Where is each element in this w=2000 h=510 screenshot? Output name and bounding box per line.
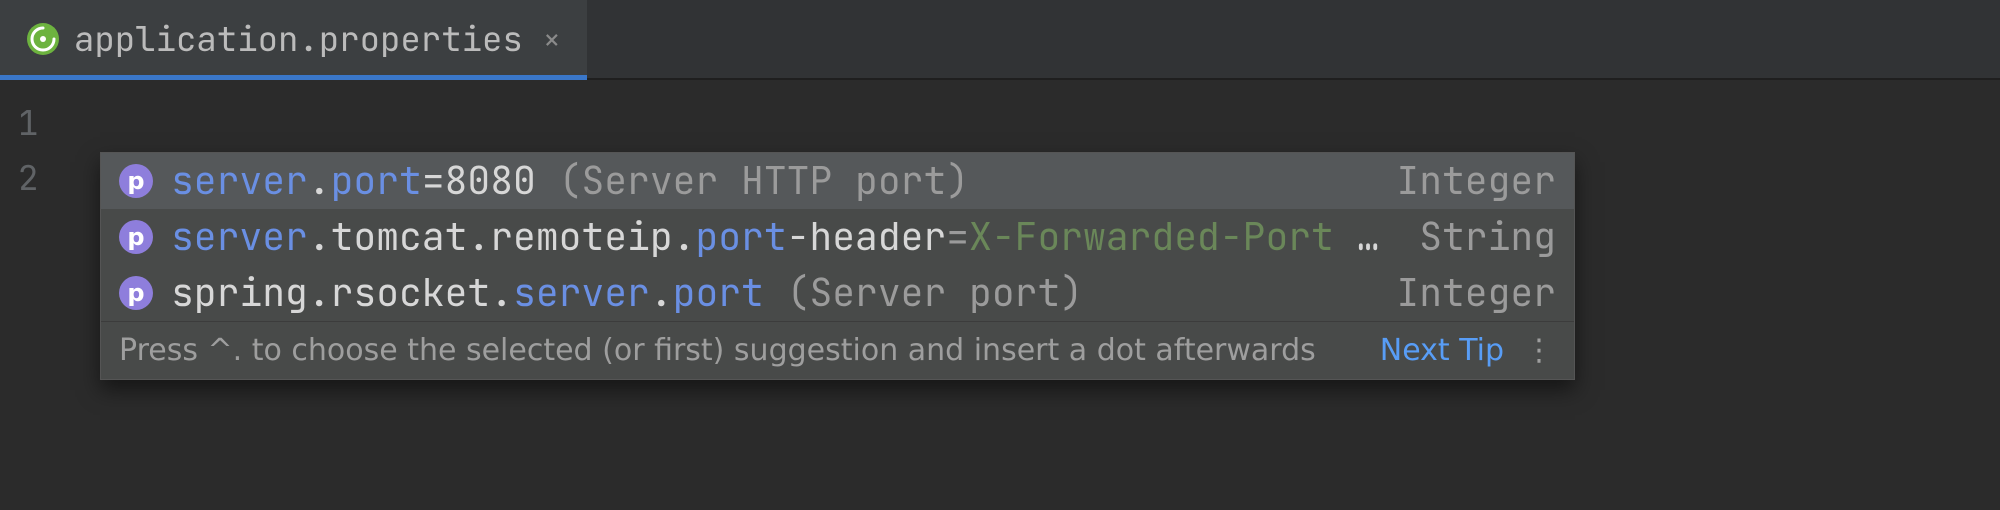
completion-item[interactable]: p server.port=8080 (Server HTTP port) Inte… [101,153,1574,209]
completion-item-type: String [1419,212,1556,262]
completion-item-label: server.tomcat.remoteip.port-header=X-For… [171,212,1401,262]
completion-tip-text: Press ^. to choose the selected (or firs… [119,333,1360,368]
file-tab-label: application.properties [74,17,523,62]
completion-item-type: Integer [1396,156,1556,206]
editor-tab-bar: application.properties × [0,0,2000,80]
completion-item[interactable]: p server.tomcat.remoteip.port-header=X-Fo… [101,209,1574,265]
completion-item[interactable]: p spring.rsocket.server.port (Server port… [101,265,1574,321]
more-options-icon[interactable]: ⋮ [1524,333,1556,368]
completion-item-type: Integer [1396,268,1556,318]
code-surface[interactable]: server.port pserver.port=8080 (Server HT… [130,80,2000,510]
code-line-1[interactable]: server.port [130,96,2000,151]
editor-area: 1 2 server.port pserver.port=8080 (Serve… [0,80,2000,510]
spring-boot-file-icon [26,22,60,56]
property-kind-badge: p [119,220,153,254]
completion-item-label: spring.rsocket.server.port (Server port) [171,268,1378,318]
file-tab-application-properties[interactable]: application.properties × [0,0,587,78]
property-kind-badge: p [119,276,153,310]
line-number: 1 [0,96,130,151]
completion-popup-footer: Press ^. to choose the selected (or firs… [101,321,1574,379]
next-tip-link[interactable]: Next Tip [1380,333,1504,368]
completion-item-label: server.port=8080 (Server HTTP port) [171,156,1378,206]
close-tab-icon[interactable]: × [543,19,561,59]
code-completion-popup: p server.port=8080 (Server HTTP port) Inte… [100,152,1575,380]
property-kind-badge: p [119,164,153,198]
